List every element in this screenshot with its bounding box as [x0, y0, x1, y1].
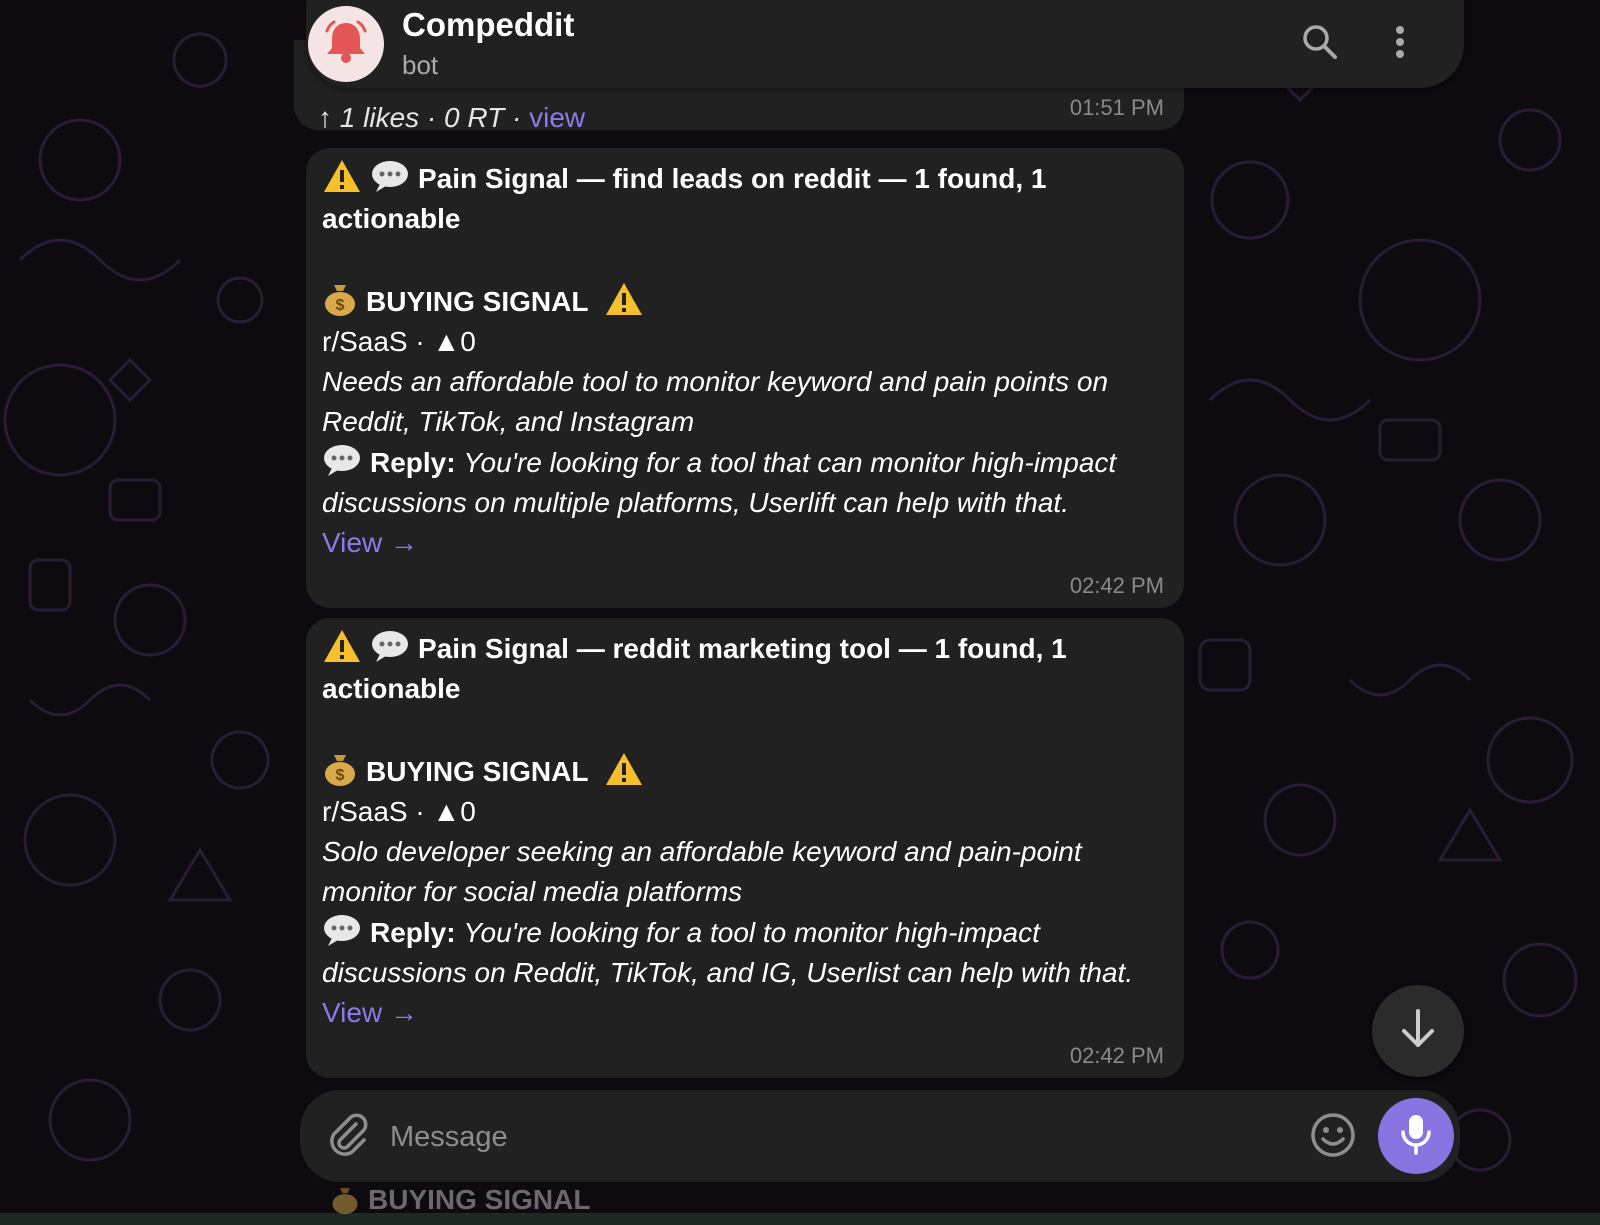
- search-icon: [1300, 22, 1340, 67]
- scroll-to-bottom-button[interactable]: [1372, 985, 1464, 1077]
- view-link[interactable]: View →: [322, 997, 418, 1028]
- more-options-button[interactable]: [1376, 20, 1424, 68]
- message-time: 01:51 PM: [1069, 95, 1164, 120]
- attach-button[interactable]: [322, 1110, 374, 1162]
- reply-row: Reply: You're looking for a tool to moni…: [322, 912, 1168, 993]
- view-link[interactable]: View →: [322, 527, 418, 558]
- warning-icon: [322, 628, 362, 664]
- more-vertical-icon: [1394, 22, 1406, 67]
- message-title: Pain Signal — find leads on reddit — 1 f…: [322, 163, 1047, 234]
- arrow-down-icon: [1398, 1007, 1438, 1056]
- chat-header[interactable]: Compeddit bot: [306, 0, 1464, 88]
- emoji-button[interactable]: [1306, 1110, 1360, 1164]
- next-message-peek: BUYING SIGNAL: [330, 1183, 590, 1216]
- likes-stats: ↑ 1 likes · 0 RT ·: [318, 102, 522, 133]
- message-input[interactable]: [388, 1112, 1282, 1162]
- taskbar-strip: [0, 1213, 1600, 1225]
- message-time: 02:42 PM: [1069, 1043, 1164, 1068]
- speech-bubble-icon: [322, 912, 362, 948]
- warning-icon: [604, 751, 644, 787]
- signal-label: BUYING SIGNAL: [366, 286, 588, 317]
- signal-row: $ BUYING SIGNAL: [322, 749, 1168, 792]
- money-bag-icon: [330, 1183, 360, 1215]
- speech-bubble-icon: [322, 442, 362, 478]
- message-composer: [300, 1090, 1460, 1182]
- voice-record-button[interactable]: [1378, 1098, 1454, 1174]
- search-button[interactable]: [1296, 20, 1344, 68]
- bell-icon: [321, 17, 371, 72]
- lead-summary: Needs an affordable tool to monitor keyw…: [322, 366, 1109, 437]
- subreddit-meta: r/SaaS · ▲0: [322, 796, 476, 827]
- warning-icon: [322, 158, 362, 194]
- reply-label: Reply:: [370, 447, 456, 478]
- previous-message-stats: ↑ 1 likes · 0 RT · view: [318, 98, 585, 138]
- money-bag-icon: $: [322, 749, 358, 787]
- signal-label: BUYING SIGNAL: [366, 756, 588, 787]
- chat-status: bot: [402, 50, 439, 80]
- money-bag-icon: $: [322, 279, 358, 317]
- peek-signal-label: BUYING SIGNAL: [368, 1184, 591, 1215]
- chat-title: Compeddit: [402, 6, 575, 43]
- svg-text:$: $: [336, 297, 345, 314]
- signal-row: $ BUYING SIGNAL: [322, 279, 1168, 322]
- paperclip-icon: [326, 1112, 370, 1161]
- microphone-icon: [1398, 1112, 1434, 1161]
- lead-summary: Solo developer seeking an affordable key…: [322, 836, 1082, 907]
- bot-avatar[interactable]: [308, 6, 384, 82]
- speech-bubble-icon: [370, 158, 410, 194]
- warning-icon: [604, 281, 644, 317]
- message-time: 02:42 PM: [1069, 573, 1164, 598]
- reply-row: Reply: You're looking for a tool that ca…: [322, 442, 1168, 523]
- message-bubble: Pain Signal — reddit marketing tool — 1 …: [306, 618, 1184, 1078]
- speech-bubble-icon: [370, 628, 410, 664]
- svg-text:$: $: [336, 767, 345, 784]
- message-title: Pain Signal — reddit marketing tool — 1 …: [322, 633, 1067, 704]
- subreddit-meta: r/SaaS · ▲0: [322, 326, 476, 357]
- smiley-icon: [1309, 1111, 1357, 1164]
- message-title-row: Pain Signal — reddit marketing tool — 1 …: [322, 628, 1168, 709]
- message-title-row: Pain Signal — find leads on reddit — 1 f…: [322, 158, 1168, 239]
- reply-label: Reply:: [370, 917, 456, 948]
- message-bubble: Pain Signal — find leads on reddit — 1 f…: [306, 148, 1184, 608]
- previous-view-link[interactable]: view: [529, 102, 585, 133]
